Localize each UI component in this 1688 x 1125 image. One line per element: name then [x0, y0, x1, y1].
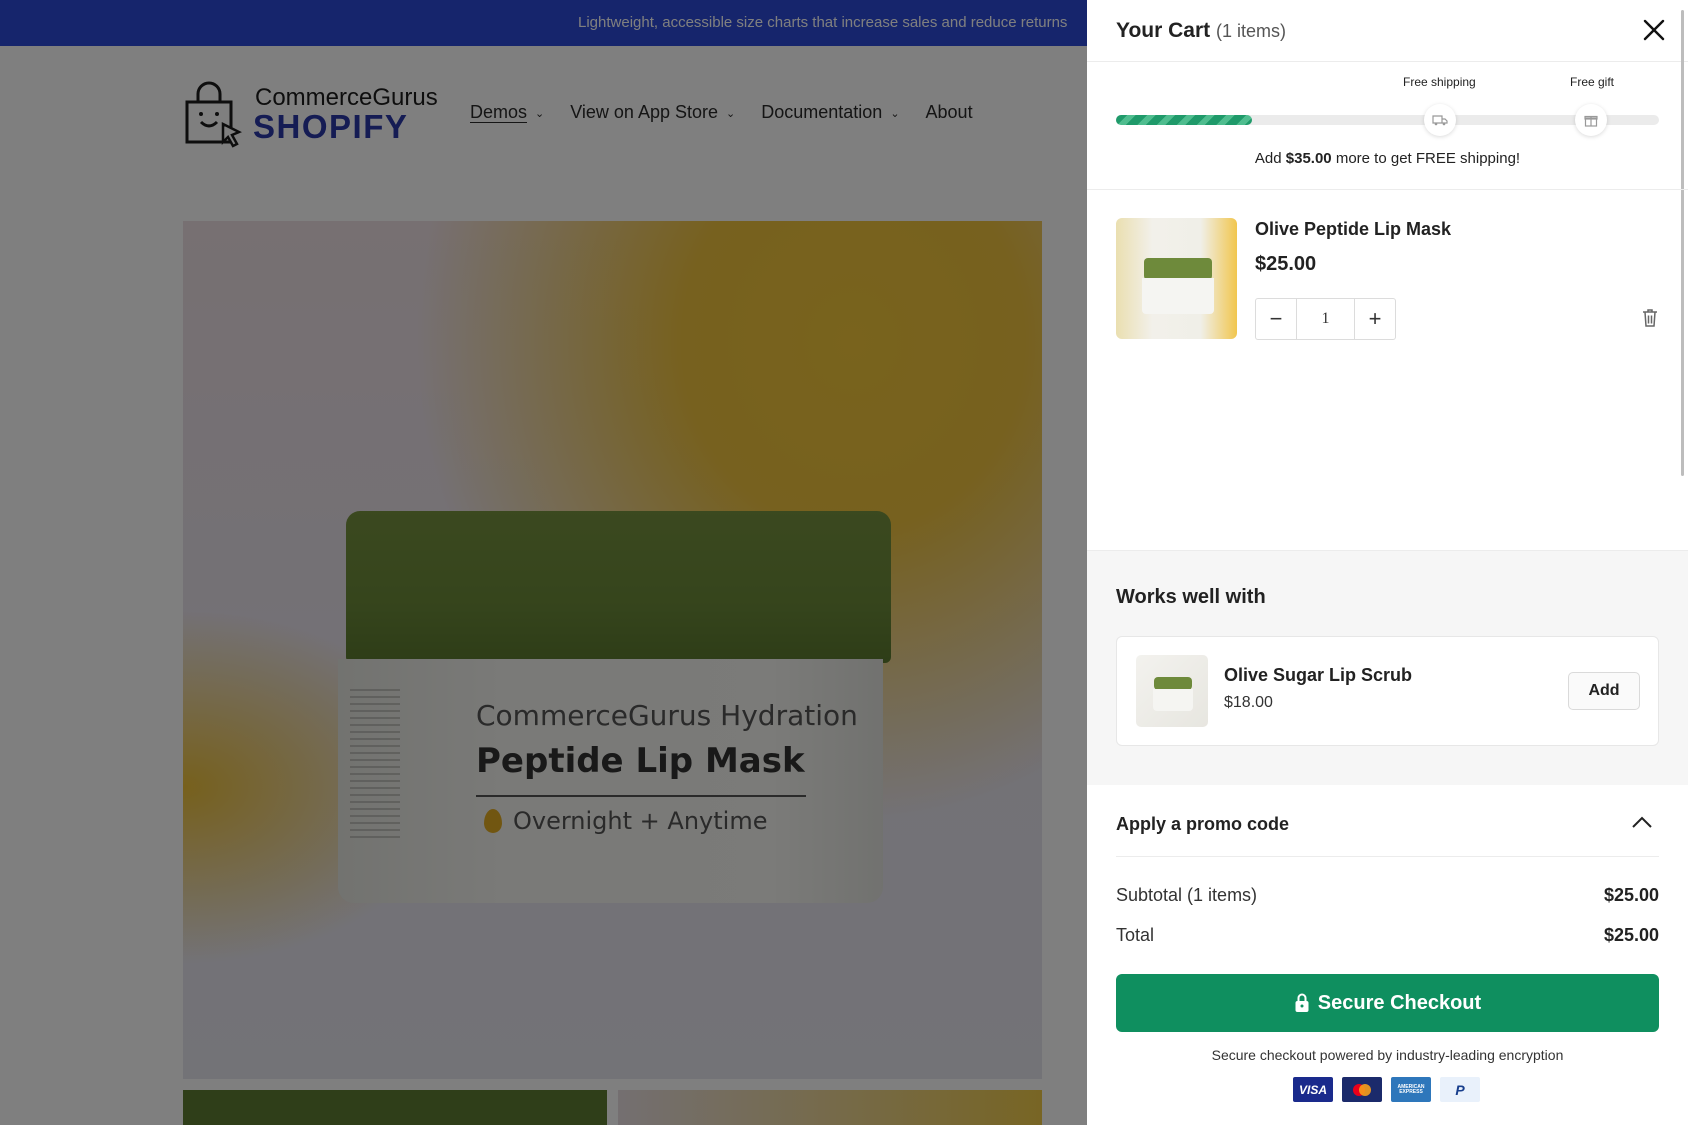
close-icon[interactable] [1640, 16, 1668, 44]
gift-icon [1575, 104, 1607, 136]
shipping-message-prefix: Add [1254, 150, 1282, 167]
mastercard-icon [1342, 1077, 1382, 1102]
subtotal-label: Subtotal (1 items) [1116, 885, 1258, 905]
upsell-product-image[interactable] [1136, 655, 1208, 727]
trash-icon[interactable] [1640, 307, 1660, 329]
checkout-label: Secure Checkout [1317, 991, 1482, 1014]
cart-title-text: Your Cart [1116, 19, 1211, 42]
cart-item-price: $25.00 [1255, 253, 1317, 275]
quantity-stepper: − 1 + [1255, 298, 1396, 340]
jar-body [1142, 278, 1214, 314]
cart-line-item: Olive Peptide Lip Mask $25.00 − 1 + [1087, 190, 1688, 550]
cart-header: Your Cart (1 items) [1087, 0, 1688, 62]
shipping-message-amount: $35.00 [1285, 150, 1332, 167]
chevron-up-icon [1632, 816, 1652, 828]
decrease-quantity-button[interactable]: − [1256, 299, 1296, 339]
milestone-free-gift-label: Free gift [1570, 75, 1615, 89]
upsell-add-button[interactable]: Add [1568, 672, 1640, 710]
subtotal-value: $25.00 [1603, 885, 1659, 905]
quantity-input[interactable]: 1 [1296, 299, 1355, 339]
total-label: Total [1116, 925, 1155, 945]
increase-quantity-button[interactable]: + [1355, 299, 1395, 339]
promo-code-toggle[interactable]: Apply a promo code [1116, 785, 1659, 857]
cart-drawer: Your Cart (1 items) Free shipping Free g… [1087, 0, 1688, 1125]
paypal-icon: P [1440, 1077, 1480, 1102]
total-value: $25.00 [1603, 925, 1659, 945]
lock-icon [1295, 993, 1309, 1012]
cart-item-image[interactable] [1116, 218, 1237, 339]
secure-checkout-button[interactable]: Secure Checkout [1116, 974, 1659, 1032]
visa-icon: VISA [1293, 1077, 1333, 1102]
upsell-product-price: $18.00 [1224, 694, 1273, 711]
jar-body [1153, 689, 1193, 711]
secure-checkout-note: Secure checkout powered by industry-lead… [1211, 1047, 1564, 1063]
milestone-free-shipping-label: Free shipping [1403, 75, 1476, 89]
shipping-message: Add $35.00 more to get FREE shipping! [1087, 150, 1688, 167]
free-shipping-progress: Free shipping Free gift Add $35.00 more … [1087, 62, 1688, 190]
upsell-title: Works well with [1116, 586, 1266, 608]
truck-icon [1424, 104, 1456, 136]
progress-fill [1116, 115, 1252, 125]
amex-icon: AMERICAN EXPRESS [1391, 1077, 1431, 1102]
cart-title: Your Cart (1 items) [1116, 19, 1286, 43]
promo-code-label: Apply a promo code [1116, 814, 1290, 834]
cart-item-name[interactable]: Olive Peptide Lip Mask [1255, 219, 1451, 240]
upsell-section: Works well with Olive Sugar Lip Scrub $1… [1087, 550, 1688, 785]
payment-methods: VISA AMERICAN EXPRESS P [1293, 1077, 1480, 1102]
upsell-card: Olive Sugar Lip Scrub $18.00 Add [1116, 636, 1659, 746]
shipping-message-suffix: more to get FREE shipping! [1335, 150, 1521, 167]
jar-lid [1144, 258, 1212, 280]
upsell-product-name[interactable]: Olive Sugar Lip Scrub [1224, 665, 1412, 686]
cart-item-count: (1 items) [1215, 21, 1286, 41]
